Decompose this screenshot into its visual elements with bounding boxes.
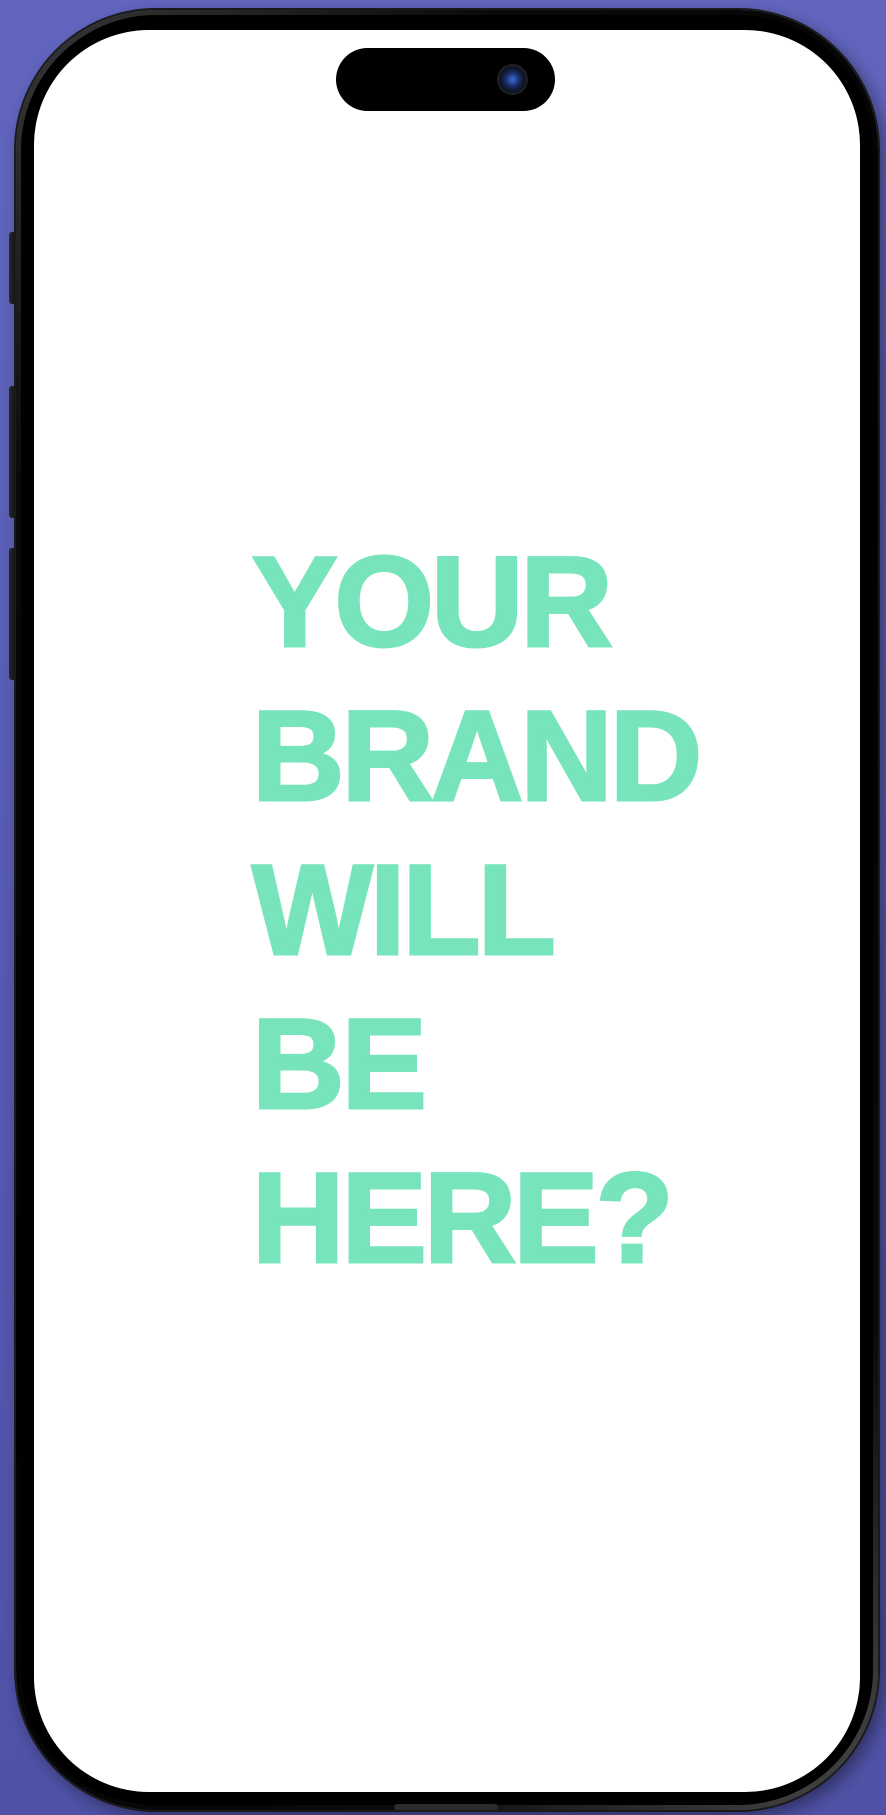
front-camera-icon [499,66,526,93]
dynamic-island [336,48,555,111]
bottom-bezel-edge [394,1804,498,1810]
headline-line-4: BE [250,992,428,1138]
brand-headline: YOUR BRAND WILL BE HERE? [250,526,703,1296]
headline-line-2: BRAND [250,684,703,830]
headline-line-5: HERE? [250,1146,675,1292]
phone-screen: YOUR BRAND WILL BE HERE? [34,30,860,1792]
headline-line-1: YOUR [250,530,614,676]
headline-line-3: WILL [250,838,557,984]
